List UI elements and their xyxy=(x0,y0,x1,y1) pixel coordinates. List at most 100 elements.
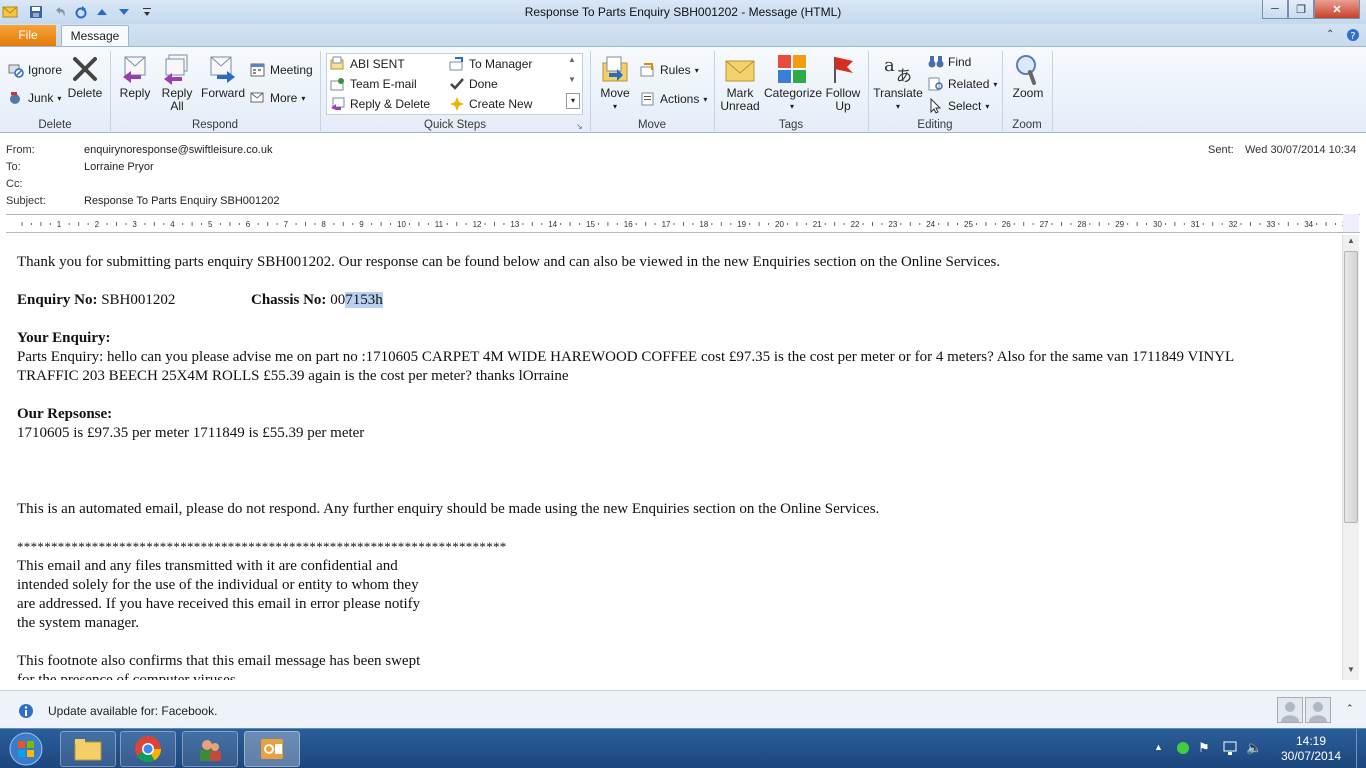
actions-dropdown-icon: ▾ xyxy=(703,94,708,104)
rules-button[interactable]: Rules ▾ xyxy=(640,61,699,79)
chassis-no-label: Chassis No: xyxy=(251,292,327,308)
more-button[interactable]: More ▾ xyxy=(250,89,305,107)
vertical-scrollbar[interactable]: ▲ ▼ xyxy=(1342,235,1359,680)
translate-button[interactable]: aあ Translate ▾ xyxy=(872,53,924,113)
related-label: Related xyxy=(948,77,990,91)
enquiry-no-label: Enquiry No: xyxy=(17,292,98,308)
show-hidden-icons[interactable]: ▲ xyxy=(1154,742,1163,752)
reply-button[interactable]: Reply xyxy=(116,53,154,100)
select-button[interactable]: Select ▾ xyxy=(928,97,989,115)
mark-unread-icon xyxy=(724,53,756,85)
zoom-button[interactable]: Zoom xyxy=(1008,53,1048,100)
quick-step-reply-delete[interactable]: Reply & Delete xyxy=(330,95,430,113)
svg-text:a: a xyxy=(884,55,895,76)
ignore-label: Ignore xyxy=(28,63,63,77)
move-button[interactable]: Move ▾ xyxy=(596,53,634,113)
network-status-icon[interactable] xyxy=(1176,741,1190,758)
flag-icon xyxy=(827,53,859,85)
quick-steps-group-label: Quick Steps xyxy=(424,119,486,131)
to-value[interactable]: Lorraine Pryor xyxy=(84,161,154,173)
gallery-scroll-up-icon[interactable]: ▲ xyxy=(568,55,576,64)
actions-button[interactable]: Actions ▾ xyxy=(640,90,707,108)
update-message[interactable]: Update available for: Facebook. xyxy=(48,704,217,718)
reply-all-button[interactable]: Reply All xyxy=(158,53,196,113)
scroll-down-icon[interactable]: ▼ xyxy=(1344,665,1358,679)
ruler-number: 26 xyxy=(1002,220,1011,229)
scroll-up-icon[interactable]: ▲ xyxy=(1344,236,1358,250)
move-folder-icon xyxy=(599,53,631,85)
follow-up-label-2: Up xyxy=(835,99,851,113)
confidential-line3: are addressed. If you have received this… xyxy=(17,596,421,612)
junk-button[interactable]: Junk ▾ xyxy=(8,89,61,107)
quick-step-to-manager[interactable]: To Manager xyxy=(449,55,532,73)
follow-up-button[interactable]: Follow Up xyxy=(822,53,864,113)
gallery-scroll-down-icon[interactable]: ▼ xyxy=(568,75,576,84)
tags-group-label: Tags xyxy=(778,119,804,131)
find-button[interactable]: Find xyxy=(928,53,971,71)
move-group-label: Move xyxy=(637,119,667,131)
ruler-number: 28 xyxy=(1077,220,1086,229)
delete-group-label: Delete xyxy=(38,119,72,131)
related-icon xyxy=(928,77,943,91)
tab-message[interactable]: Message xyxy=(61,25,129,46)
start-button[interactable] xyxy=(6,729,46,768)
outlook-taskbar-button[interactable] xyxy=(244,731,300,767)
contacts-taskbar-button[interactable] xyxy=(182,731,238,767)
action-center-flag-icon[interactable]: ⚑ xyxy=(1198,740,1210,756)
people-pane-bar: Update available for: Facebook. ⌃ xyxy=(0,690,1366,728)
quick-step-abi-sent[interactable]: ABI SENT xyxy=(330,55,405,73)
stars-divider: ****************************************… xyxy=(17,539,507,554)
dialog-launcher-icon[interactable]: ↘ xyxy=(576,122,583,131)
categorize-dropdown-icon: ▾ xyxy=(789,102,794,111)
ruler-number: 18 xyxy=(699,220,708,229)
chrome-taskbar-button[interactable] xyxy=(120,731,176,767)
explorer-taskbar-button[interactable] xyxy=(60,731,116,767)
ribbon: Ignore Junk ▾ Delete Delete Reply Reply … xyxy=(0,46,1366,133)
quick-step-team-email[interactable]: Team E-mail xyxy=(330,75,417,93)
contact-avatar-icon[interactable] xyxy=(1305,697,1331,723)
tab-file[interactable]: File xyxy=(0,25,56,46)
show-desktop-button[interactable] xyxy=(1356,729,1366,768)
scroll-thumb[interactable] xyxy=(1344,251,1358,523)
junk-dropdown-icon: ▾ xyxy=(57,93,62,103)
svg-text:あ: あ xyxy=(896,66,912,85)
ruler-number: 27 xyxy=(1040,220,1049,229)
gallery-expand-icon[interactable]: ▾ xyxy=(566,93,580,109)
rules-icon xyxy=(640,63,654,77)
more-dropdown-icon: ▾ xyxy=(301,93,306,103)
delete-button[interactable]: Delete xyxy=(66,53,104,100)
your-enquiry-line1: Parts Enquiry: hello can you please advi… xyxy=(17,349,1235,365)
from-value[interactable]: enquirynoresponse@swiftleisure.co.uk xyxy=(84,144,272,156)
ruler-number: 19 xyxy=(737,220,746,229)
checkmark-icon xyxy=(450,78,464,90)
help-icon[interactable]: ? xyxy=(1346,28,1360,45)
forward-icon xyxy=(207,53,239,85)
forward-button[interactable]: Forward xyxy=(200,53,246,100)
ruler-number: 24 xyxy=(926,220,935,229)
ruler-ticks: 1 2 3 4 5 6 7 8 9 10 11 12 13 14 15 16 17 18 19 20 21 22 23 24 2… xyxy=(21,220,1351,229)
meeting-button[interactable]: Meeting xyxy=(250,61,313,79)
ruler-number: 16 xyxy=(624,220,633,229)
maximize-button[interactable]: ❐ xyxy=(1288,0,1314,19)
junk-label: Junk xyxy=(28,91,54,105)
mark-unread-button[interactable]: Mark Unread xyxy=(718,53,762,113)
minimize-button[interactable]: ─ xyxy=(1262,0,1288,19)
collapse-ribbon-icon[interactable]: ⌃ xyxy=(1326,29,1334,40)
contact-avatar-icon[interactable] xyxy=(1277,697,1303,723)
related-dropdown-icon: ▾ xyxy=(993,79,998,89)
clock[interactable]: 14:19 30/07/2014 xyxy=(1276,734,1346,764)
subject-label: Subject: xyxy=(6,195,46,207)
related-button[interactable]: Related ▾ xyxy=(928,75,997,93)
volume-icon[interactable]: 🔈 xyxy=(1246,740,1262,756)
message-body[interactable]: Thank you for submitting parts enquiry S… xyxy=(6,235,1342,680)
expand-people-pane-icon[interactable]: ⌃ xyxy=(1346,703,1354,714)
our-response-text: 1710605 is £97.35 per meter 1711849 is £… xyxy=(17,425,365,441)
folder-icon xyxy=(74,739,102,761)
ignore-button[interactable]: Ignore xyxy=(8,61,62,79)
network-icon[interactable] xyxy=(1222,740,1238,759)
quick-step-create-new[interactable]: Create New xyxy=(449,95,532,113)
quick-step-done[interactable]: Done xyxy=(449,75,498,93)
categorize-button[interactable]: Categorize ▾ xyxy=(764,53,822,113)
close-button[interactable]: ✕ xyxy=(1314,0,1360,19)
view-ruler-icon[interactable] xyxy=(1343,214,1359,232)
